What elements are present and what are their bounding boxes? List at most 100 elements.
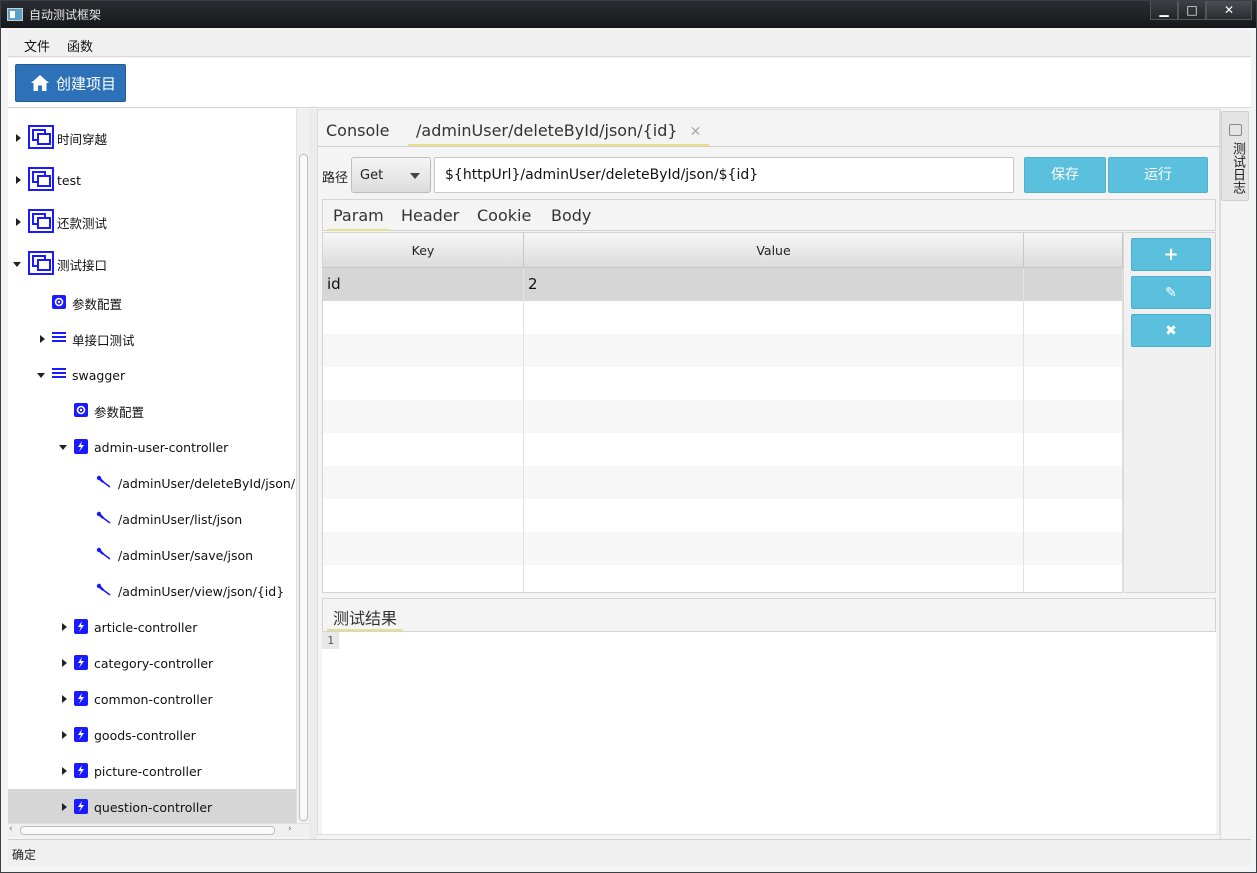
cell-value[interactable] — [524, 433, 1024, 466]
tree-item[interactable]: test — [8, 159, 296, 201]
cell-key[interactable] — [323, 466, 524, 499]
tree-item[interactable]: goods-controller — [8, 717, 296, 753]
add-button[interactable]: + — [1131, 238, 1211, 271]
cell-key[interactable] — [323, 499, 524, 532]
tree-item[interactable]: 测试接口 — [8, 243, 296, 285]
cell-key[interactable] — [323, 433, 524, 466]
scroll-thumb[interactable] — [20, 826, 275, 835]
cell-extra[interactable] — [1024, 565, 1123, 592]
tree-item[interactable]: 参数配置 — [8, 393, 296, 429]
cell-value[interactable] — [524, 532, 1024, 565]
expand-right-icon[interactable] — [16, 218, 21, 226]
scroll-left-icon[interactable]: ‹ — [9, 824, 13, 834]
tree-item[interactable]: article-controller — [8, 609, 296, 645]
edit-button[interactable]: ✎ — [1131, 276, 1211, 309]
tree-item[interactable]: 还款测试 — [8, 201, 296, 243]
table-row[interactable] — [323, 466, 1123, 499]
run-button[interactable]: 运行 — [1108, 157, 1208, 193]
split-divider[interactable] — [309, 109, 317, 839]
cell-extra[interactable] — [1024, 433, 1123, 466]
table-row[interactable] — [323, 433, 1123, 466]
cell-key[interactable] — [323, 367, 524, 400]
cell-value[interactable] — [524, 301, 1024, 334]
method-select[interactable]: Get — [351, 157, 431, 193]
column-key[interactable]: Key — [323, 233, 524, 268]
tree-item[interactable]: /adminUser/deleteById/json/{i — [8, 465, 296, 501]
close-button[interactable]: ✕ — [1206, 1, 1252, 20]
cell-value[interactable] — [524, 400, 1024, 433]
tab-test-result[interactable]: 测试结果 — [327, 603, 404, 631]
tab-body[interactable]: Body — [545, 204, 597, 231]
tree-item[interactable]: 参数配置 — [8, 285, 296, 321]
expand-right-icon[interactable] — [62, 695, 67, 703]
cell-key[interactable] — [323, 301, 524, 334]
table-row[interactable] — [323, 532, 1123, 565]
tree-item[interactable]: 时间穿越 — [8, 117, 296, 159]
minimize-button[interactable]: ▁ — [1150, 1, 1178, 20]
cell-value[interactable] — [524, 499, 1024, 532]
cell-value[interactable] — [524, 565, 1024, 592]
scroll-right-icon[interactable]: › — [288, 824, 292, 834]
table-row[interactable] — [323, 400, 1123, 433]
result-editor[interactable]: 1 — [322, 632, 1216, 834]
cell-extra[interactable] — [1024, 301, 1123, 334]
tree-item[interactable]: swagger — [8, 357, 296, 393]
table-row[interactable] — [323, 334, 1123, 367]
cell-extra[interactable] — [1024, 466, 1123, 499]
table-row[interactable] — [323, 301, 1123, 334]
tree-item[interactable]: /adminUser/view/json/{id} — [8, 573, 296, 609]
column-extra[interactable] — [1024, 233, 1123, 268]
table-row[interactable] — [323, 565, 1123, 592]
tree-item[interactable]: /adminUser/save/json — [8, 537, 296, 573]
cell-key[interactable] — [323, 532, 524, 565]
expand-down-icon[interactable] — [59, 444, 67, 450]
tab-active-request[interactable]: /adminUser/deleteById/json/{id} ✕ — [408, 116, 710, 146]
column-value[interactable]: Value — [524, 233, 1024, 268]
tree-item[interactable]: common-controller — [8, 681, 296, 717]
test-log-panel-toggle[interactable]: 测试日志 — [1221, 111, 1249, 201]
tree-item[interactable]: /adminUser/list/json — [8, 501, 296, 537]
tree-item[interactable]: question-controller — [8, 789, 296, 823]
cell-key[interactable] — [323, 334, 524, 367]
menu-file[interactable]: 文件 — [24, 36, 50, 55]
tree-horizontal-scrollbar[interactable]: ‹ › — [8, 823, 309, 837]
delete-button[interactable]: ✖ — [1131, 314, 1211, 347]
expand-right-icon[interactable] — [62, 659, 67, 667]
cell-value[interactable] — [524, 367, 1024, 400]
cell-key[interactable] — [323, 565, 524, 592]
cell-key[interactable] — [323, 400, 524, 433]
expand-right-icon[interactable] — [40, 335, 45, 343]
expand-right-icon[interactable] — [62, 767, 67, 775]
cell-key[interactable]: id — [323, 268, 524, 301]
create-project-button[interactable]: 创建项目 — [15, 64, 126, 102]
tab-param[interactable]: Param — [327, 204, 390, 231]
scroll-thumb[interactable] — [299, 154, 308, 821]
cell-extra[interactable] — [1024, 400, 1123, 433]
cell-extra[interactable] — [1024, 334, 1123, 367]
expand-down-icon[interactable] — [13, 261, 21, 267]
cell-value[interactable] — [524, 334, 1024, 367]
url-input[interactable]: ${httpUrl}/adminUser/deleteById/json/${i… — [434, 157, 1014, 193]
cell-value[interactable]: 2 — [524, 268, 1024, 301]
tree-vertical-scrollbar[interactable] — [296, 109, 309, 823]
tree-item[interactable]: category-controller — [8, 645, 296, 681]
cell-extra[interactable] — [1024, 532, 1123, 565]
tree-item[interactable]: picture-controller — [8, 753, 296, 789]
table-row[interactable] — [323, 367, 1123, 400]
expand-right-icon[interactable] — [62, 731, 67, 739]
expand-right-icon[interactable] — [16, 176, 21, 184]
cell-extra[interactable] — [1024, 367, 1123, 400]
cell-extra[interactable] — [1024, 268, 1123, 301]
tab-header[interactable]: Header — [395, 204, 465, 231]
expand-right-icon[interactable] — [16, 134, 21, 142]
table-row[interactable]: id 2 — [323, 268, 1123, 301]
tree-item[interactable]: 单接口测试 — [8, 321, 296, 357]
expand-down-icon[interactable] — [37, 372, 45, 378]
tab-close-icon[interactable]: ✕ — [690, 124, 702, 140]
table-row[interactable] — [323, 499, 1123, 532]
save-button[interactable]: 保存 — [1024, 157, 1106, 193]
tab-cookie[interactable]: Cookie — [471, 204, 537, 231]
maximize-button[interactable]: □ — [1178, 1, 1206, 20]
cell-extra[interactable] — [1024, 499, 1123, 532]
cell-value[interactable] — [524, 466, 1024, 499]
